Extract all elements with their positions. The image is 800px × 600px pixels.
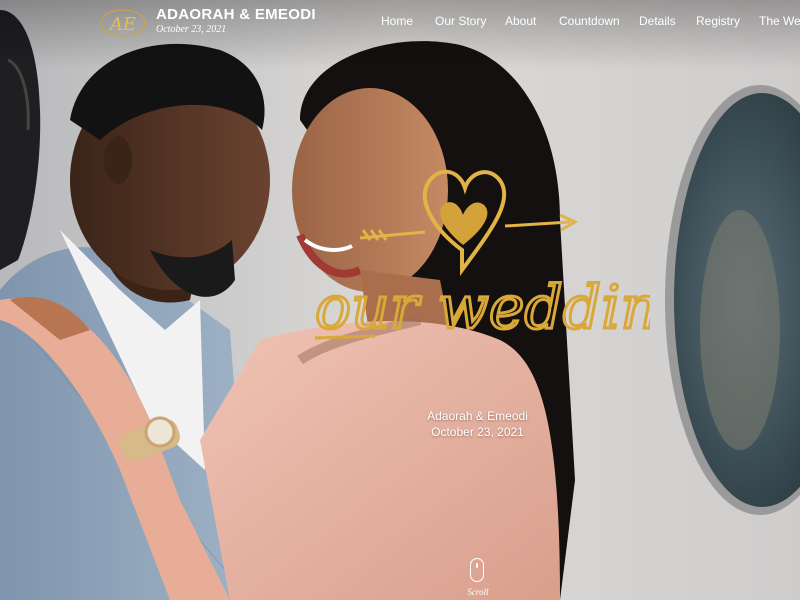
nav-details[interactable]: Details [639,14,676,28]
svg-text:our wedding: our wedding [315,273,650,343]
scroll-down-button[interactable]: Scroll [463,556,493,600]
nav-countdown[interactable]: Countdown [559,14,620,28]
hero-section: our wedding [0,0,800,600]
hero-caption: Adaorah & Emeodi October 23, 2021 [400,408,555,440]
nav-menu: Home Our Story About Countdown Details R… [381,14,800,30]
site-navbar: AE ADAORAH & EMEODI October 23, 2021 Hom… [0,0,800,44]
mouse-scroll-icon [470,558,484,582]
svg-text:AE: AE [108,14,136,35]
nav-our-story[interactable]: Our Story [435,14,486,28]
monogram-logo[interactable]: AE [98,6,148,40]
nav-about[interactable]: About [505,14,536,28]
hero-names: Adaorah & Emeodi [427,409,528,423]
scroll-label: Scroll [467,587,489,597]
nav-the-wedding[interactable]: The Wed [759,14,800,28]
our-wedding-overlay-art: our wedding [314,169,650,345]
hero-date: October 23, 2021 [431,425,524,439]
brand-title[interactable]: ADAORAH & EMEODI [156,6,316,23]
brand-date: October 23, 2021 [156,24,227,35]
nav-registry[interactable]: Registry [696,14,740,28]
nav-home[interactable]: Home [381,14,413,28]
